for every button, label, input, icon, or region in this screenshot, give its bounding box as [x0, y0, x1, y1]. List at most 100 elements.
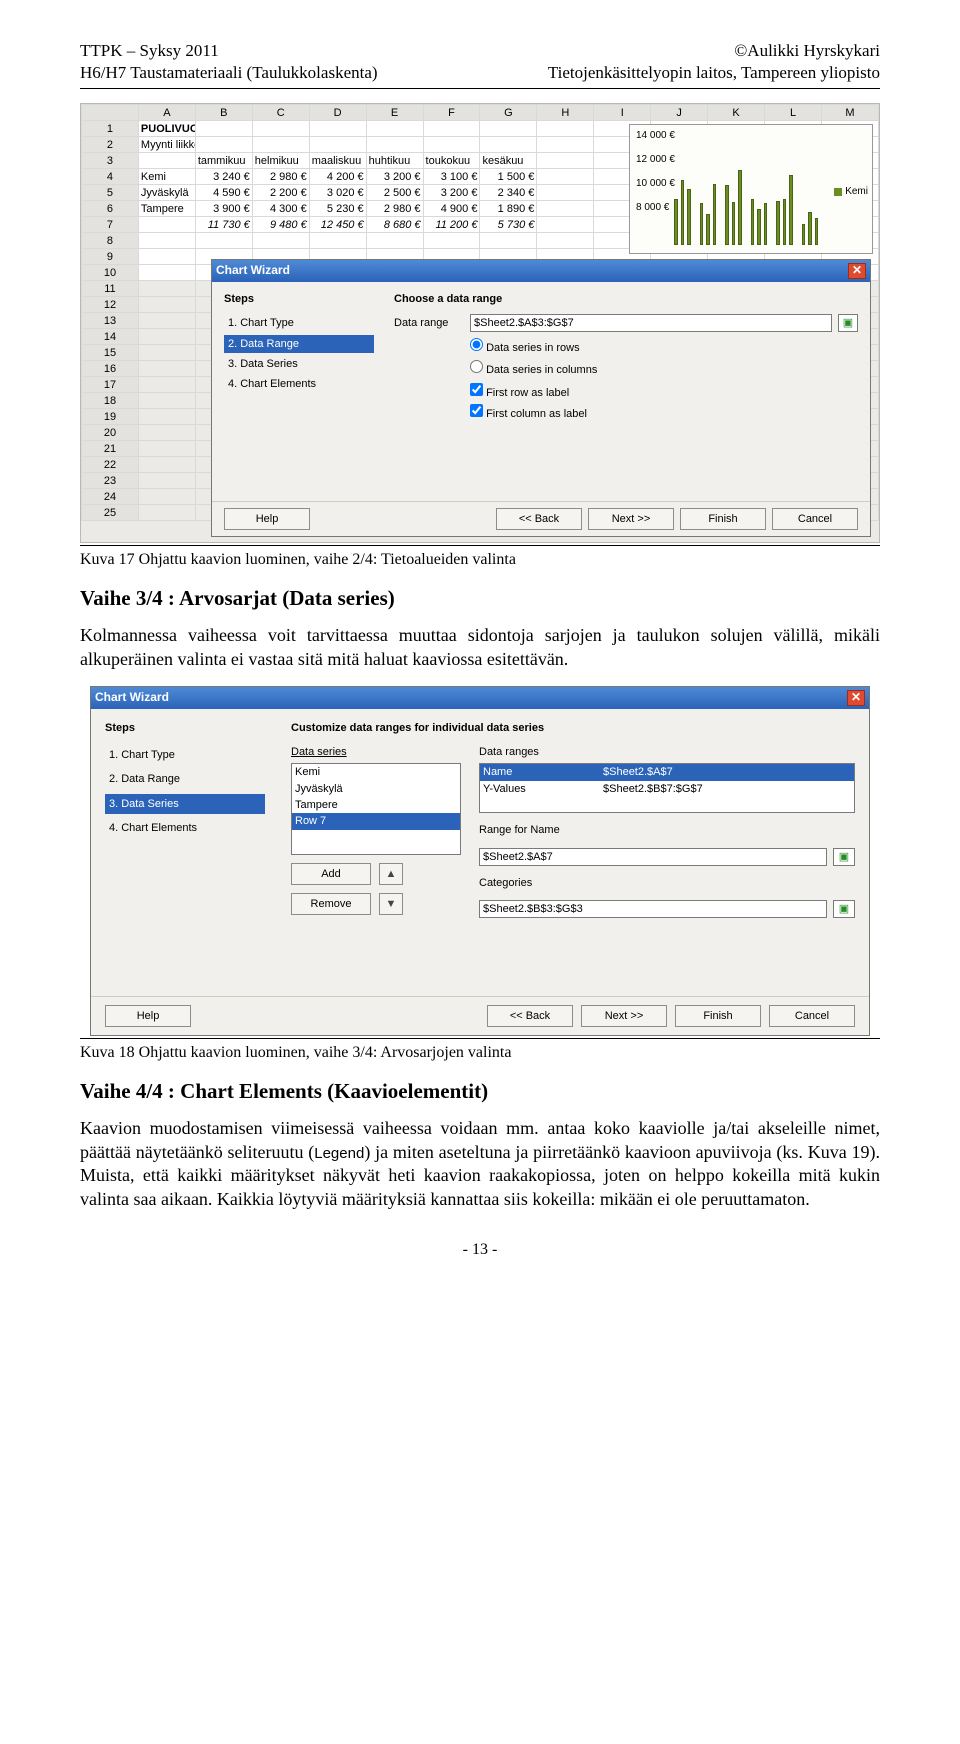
row-header[interactable]: 23 [82, 473, 139, 489]
cell[interactable]: 2 340 € [480, 185, 537, 201]
help-button[interactable]: Help [105, 1005, 191, 1027]
cell[interactable] [366, 233, 423, 249]
finish-button[interactable]: Finish [680, 508, 766, 530]
range-for-name-input[interactable] [479, 848, 827, 866]
cell[interactable] [252, 233, 309, 249]
col-header[interactable]: G [480, 105, 537, 121]
cell[interactable]: toukokuu [423, 153, 480, 169]
shrink-icon[interactable]: ▣ [833, 848, 855, 866]
next-button[interactable]: Next >> [588, 508, 674, 530]
cell[interactable]: 4 590 € [195, 185, 252, 201]
row-header[interactable]: 14 [82, 329, 139, 345]
wizard-step[interactable]: 2. Data Range [224, 335, 374, 353]
cell[interactable] [537, 153, 594, 169]
row-header[interactable]: 3 [82, 153, 139, 169]
cell[interactable] [138, 425, 195, 441]
wizard-step[interactable]: 2. Data Range [105, 769, 265, 789]
row-header[interactable]: 11 [82, 281, 139, 297]
move-down-icon[interactable]: ▼ [379, 893, 403, 915]
cell[interactable] [138, 265, 195, 281]
cell[interactable] [480, 121, 537, 137]
cell[interactable] [138, 377, 195, 393]
radio-rows[interactable]: Data series in rows [470, 338, 858, 355]
row-header[interactable]: 16 [82, 361, 139, 377]
row-header[interactable]: 15 [82, 345, 139, 361]
row-header[interactable]: 17 [82, 377, 139, 393]
move-up-icon[interactable]: ▲ [379, 863, 403, 885]
row-header[interactable]: 24 [82, 489, 139, 505]
shrink-icon[interactable]: ▣ [833, 900, 855, 918]
col-header[interactable]: B [195, 105, 252, 121]
cell[interactable] [252, 121, 309, 137]
row-header[interactable]: 13 [82, 313, 139, 329]
cell[interactable]: 9 480 € [252, 217, 309, 233]
data-series-list[interactable]: KemiJyväskyläTampereRow 7 [291, 763, 461, 855]
cell[interactable] [138, 345, 195, 361]
cell[interactable] [138, 329, 195, 345]
cell[interactable]: 1 500 € [480, 169, 537, 185]
cell[interactable] [195, 233, 252, 249]
cell[interactable]: 2 500 € [366, 185, 423, 201]
row-header[interactable]: 9 [82, 249, 139, 265]
cell[interactable] [537, 233, 594, 249]
cell[interactable] [537, 137, 594, 153]
cell[interactable] [195, 137, 252, 153]
cell[interactable] [537, 185, 594, 201]
row-header[interactable]: 18 [82, 393, 139, 409]
close-icon[interactable]: ✕ [848, 263, 866, 279]
row-header[interactable]: 12 [82, 297, 139, 313]
data-range-item[interactable]: Name$Sheet2.$A$7 [480, 764, 854, 780]
cell[interactable] [423, 137, 480, 153]
cell[interactable] [138, 361, 195, 377]
row-header[interactable]: 20 [82, 425, 139, 441]
close-icon[interactable]: ✕ [847, 690, 865, 706]
cell[interactable] [138, 233, 195, 249]
chk-first-row-label[interactable]: First row as label [470, 383, 858, 400]
data-series-item[interactable]: Jyväskylä [292, 781, 460, 797]
data-ranges-list[interactable]: Name$Sheet2.$A$7Y-Values$Sheet2.$B$7:$G$… [479, 763, 855, 813]
cell[interactable]: helmikuu [252, 153, 309, 169]
wizard-step[interactable]: 4. Chart Elements [224, 375, 374, 393]
row-header[interactable]: 4 [82, 169, 139, 185]
wizard-step[interactable]: 4. Chart Elements [105, 818, 265, 838]
cell[interactable] [537, 201, 594, 217]
data-series-item[interactable]: Kemi [292, 764, 460, 780]
cell[interactable] [195, 121, 252, 137]
cancel-button[interactable]: Cancel [772, 508, 858, 530]
cell[interactable]: 12 450 € [309, 217, 366, 233]
shrink-icon[interactable]: ▣ [838, 314, 858, 332]
cell[interactable] [138, 281, 195, 297]
data-series-item[interactable]: Tampere [292, 797, 460, 813]
col-header[interactable]: I [594, 105, 651, 121]
cell[interactable] [366, 121, 423, 137]
cell[interactable] [138, 297, 195, 313]
chk-first-col-label[interactable]: First column as label [470, 404, 858, 421]
cell[interactable] [537, 169, 594, 185]
row-header[interactable]: 8 [82, 233, 139, 249]
cell[interactable]: 3 200 € [423, 185, 480, 201]
cell[interactable]: 5 230 € [309, 201, 366, 217]
cell[interactable] [138, 217, 195, 233]
cell[interactable]: 3 900 € [195, 201, 252, 217]
data-range-item[interactable]: Y-Values$Sheet2.$B$7:$G$7 [480, 781, 854, 797]
cell[interactable]: 8 680 € [366, 217, 423, 233]
cell[interactable] [138, 153, 195, 169]
cell[interactable] [138, 313, 195, 329]
wizard-step[interactable]: 3. Data Series [105, 794, 265, 814]
cell[interactable] [537, 121, 594, 137]
col-header[interactable]: C [252, 105, 309, 121]
remove-button[interactable]: Remove [291, 893, 371, 915]
cell[interactable]: 4 300 € [252, 201, 309, 217]
cell[interactable]: 1 890 € [480, 201, 537, 217]
cell[interactable]: Jyväskylä [138, 185, 195, 201]
row-header[interactable]: 6 [82, 201, 139, 217]
col-header[interactable]: M [821, 105, 878, 121]
radio-columns[interactable]: Data series in columns [470, 360, 858, 377]
cell[interactable] [252, 137, 309, 153]
row-header[interactable]: 7 [82, 217, 139, 233]
col-header[interactable] [82, 105, 139, 121]
col-header[interactable]: K [708, 105, 765, 121]
finish-button[interactable]: Finish [675, 1005, 761, 1027]
cell[interactable] [309, 121, 366, 137]
col-header[interactable]: D [309, 105, 366, 121]
